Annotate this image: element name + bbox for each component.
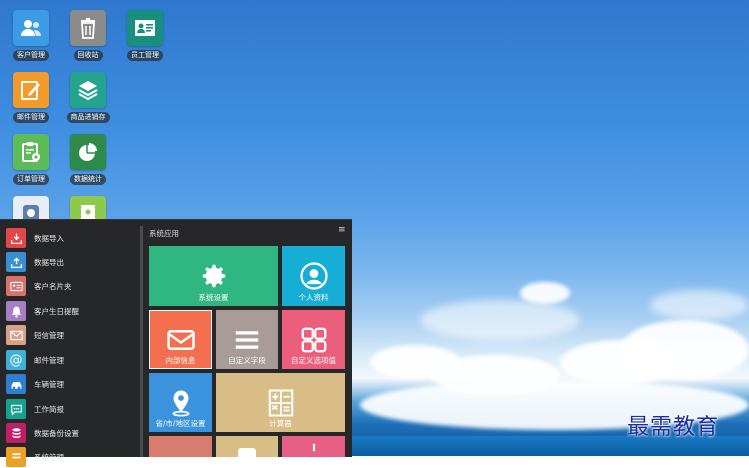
gear-icon [202, 264, 225, 288]
desktop-icon-label: 客户管理 [13, 50, 49, 61]
clipboard-gear-icon [13, 134, 49, 170]
cloud [620, 320, 749, 380]
tile-custom-fields[interactable]: 自定义字段 [216, 310, 278, 369]
desktop-icon-mail-management[interactable]: 邮件管理 [0, 72, 62, 134]
tile-label: 计算器 [269, 419, 292, 428]
desktop-icon-label: 数据统计 [70, 174, 106, 185]
desktop-icon-orders[interactable]: 订单管理 [0, 134, 62, 196]
start-menu-list: 数据导入 数据导出 客户名片夹 客户生日提醒 短信管理 @ 邮件管理 车辆管理 [0, 220, 140, 467]
menu-item-data-import[interactable]: 数据导入 [6, 227, 64, 249]
watermark: 最需教育 [627, 415, 720, 440]
box-icon [70, 72, 106, 108]
tile-partial[interactable] [282, 436, 345, 457]
grid-icon [301, 327, 326, 352]
power-icon [312, 443, 315, 452]
section-title: 系统应用 [149, 229, 179, 238]
card-icon [6, 276, 26, 296]
lines-icon [235, 330, 259, 349]
menu-item-sms[interactable]: 短信管理 [6, 324, 64, 346]
cloud [420, 300, 580, 340]
menu-item-data-export[interactable]: 数据导出 [6, 251, 64, 273]
tile-profile[interactable]: 个人资料 [282, 246, 345, 306]
bell-icon [6, 301, 26, 321]
menu-item-label: 邮件管理 [34, 355, 64, 365]
cloud [520, 282, 570, 304]
menu-item-label: 客户生日提醒 [34, 306, 79, 316]
message-icon [6, 325, 26, 345]
menu-item-birthday-reminder[interactable]: 客户生日提醒 [6, 300, 79, 322]
tile-custom-options[interactable]: 自定义选项值 [282, 310, 345, 369]
tile-internal-messages[interactable]: 内部信息 [149, 310, 212, 369]
import-icon [6, 228, 26, 248]
employee-card-icon [127, 10, 163, 46]
cloud [650, 290, 749, 320]
tile-label: 自定义字段 [228, 356, 266, 365]
tile-label: 个人资料 [298, 293, 329, 302]
menu-item-label: 客户名片夹 [34, 281, 72, 291]
desktop-icon-employee[interactable]: 员工管理 [114, 10, 176, 72]
export-icon [6, 252, 26, 272]
menu-item-system-management[interactable]: 系统管理 [6, 446, 64, 468]
menu-item-label: 短信管理 [34, 330, 64, 340]
menu-item-label: 数据备份设置 [34, 428, 79, 438]
menu-item-label: 数据导出 [34, 257, 64, 267]
desktop-icon-label: 回收站 [73, 50, 103, 61]
tile-partial[interactable] [149, 436, 212, 457]
tile-system-settings[interactable]: 系统设置 [149, 246, 278, 306]
desktop-icon-inventory[interactable]: 商品进销存 [57, 72, 119, 134]
tile-calculator[interactable]: 计算器 [216, 373, 345, 432]
menu-icon[interactable]: ≡ [338, 226, 346, 235]
menu-item-label: 工作简报 [34, 404, 64, 414]
desktop-icon-customer[interactable]: 客户管理 [0, 10, 62, 72]
desktop-icon-label: 订单管理 [13, 174, 49, 185]
menu-item-label: 数据导入 [34, 233, 64, 243]
desktop-icon-label: 邮件管理 [13, 112, 49, 123]
mail-icon [166, 329, 195, 350]
camera-icon [238, 448, 256, 462]
menu-item-label: 系统管理 [34, 452, 64, 462]
at-icon: @ [6, 350, 26, 370]
desktop-icon-label: 商品进销存 [66, 112, 110, 123]
menu-item-work-brief[interactable]: 工作简报 [6, 398, 64, 420]
pie-chart-icon [70, 134, 106, 170]
edit-icon [13, 72, 49, 108]
desktop-icon-recycle-bin[interactable]: 回收站 [57, 10, 119, 72]
location-icon [172, 390, 189, 416]
menu-item-vehicles[interactable]: 车辆管理 [6, 373, 64, 395]
database-icon [6, 423, 26, 443]
calculator-icon [268, 389, 293, 416]
menu-item-backup-settings[interactable]: 数据备份设置 [6, 422, 79, 444]
tile-label: 自定义选项值 [291, 356, 336, 365]
list-icon [6, 447, 26, 467]
user-circle-icon [299, 262, 328, 290]
tile-partial[interactable] [216, 436, 278, 462]
chat-icon [6, 399, 26, 419]
menu-item-label: 车辆管理 [34, 379, 64, 389]
tile-label: 内部信息 [165, 356, 196, 365]
start-menu: 数据导入 数据导出 客户名片夹 客户生日提醒 短信管理 @ 邮件管理 车辆管理 [0, 219, 352, 467]
desktop-icon-label: 员工管理 [127, 50, 163, 61]
car-icon [6, 374, 26, 394]
customer-icon [13, 10, 49, 46]
menu-item-mail[interactable]: @ 邮件管理 [6, 349, 64, 371]
tile-label: 省/市/地区设置 [155, 419, 206, 428]
scrollbar[interactable] [140, 226, 143, 457]
menu-item-business-cards[interactable]: 客户名片夹 [6, 275, 72, 297]
tile-region-settings[interactable]: 省/市/地区设置 [149, 373, 212, 432]
tile-label: 系统设置 [198, 293, 229, 302]
desktop-icon-statistics[interactable]: 数据统计 [57, 134, 119, 196]
trash-icon [70, 10, 106, 46]
